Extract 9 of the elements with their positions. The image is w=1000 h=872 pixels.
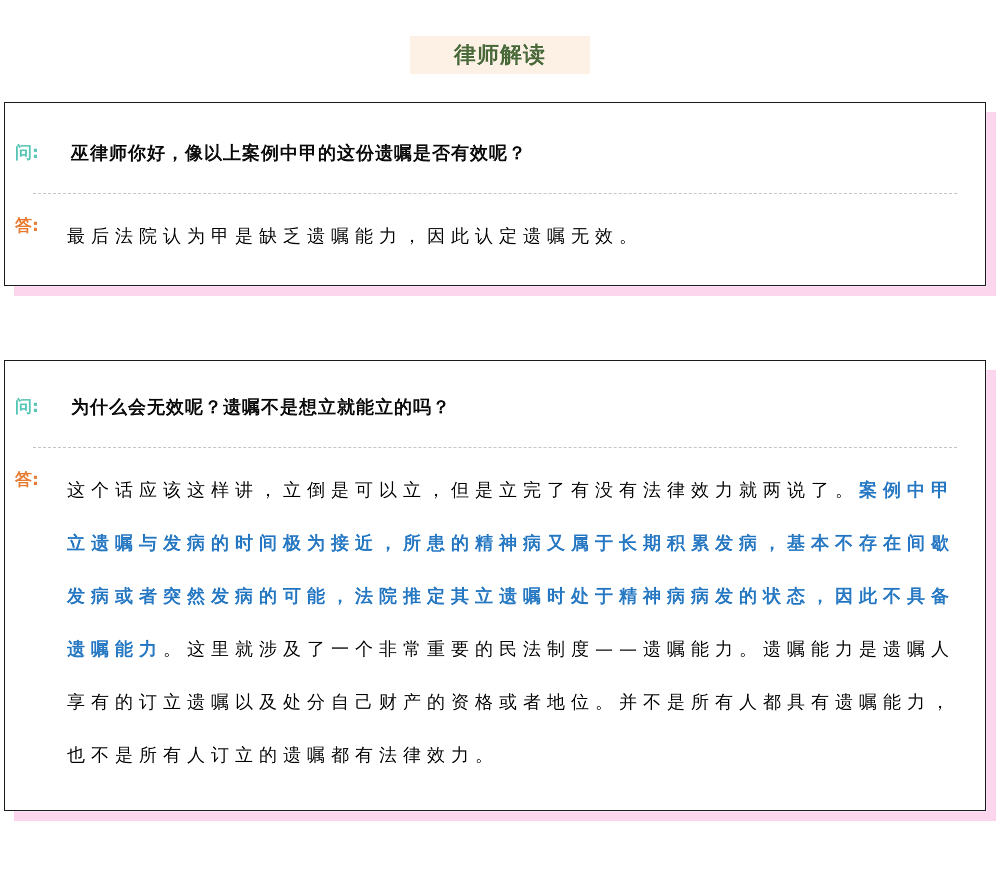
answer-text: 最后法院认为甲是缺乏遗嘱能力，因此认定遗嘱无效。: [67, 225, 644, 249]
answer-label: 答:: [15, 469, 40, 491]
answer-text: 这个话应该这样讲，立倒是可以立，但是立完了有没有法律效力就两说了。案例中甲立遗嘱与发病的时间极为接近，所患的精神病又属于长期积累发病，基本不存在间歇发病或者突然发病的可能，法院推定其立遗嘱时处于精神病病发的状态，因此不具备遗嘱能力。这里就涉及了一个非常重要的民法制度——遗嘱能力。遗嘱能力是遗嘱人享有的订立遗嘱以及处分自己财产的资格或者地位。并不是所有人都具有遗嘱能力，也不是所有人订立的遗嘱都有法律效力。: [67, 479, 956, 768]
section-heading: 律师解读: [410, 36, 590, 74]
answer-label: 答:: [15, 215, 40, 237]
question-text: 巫律师你好，像以上案例中甲的这份遗嘱是否有效呢？: [71, 142, 527, 165]
question-label: 问:: [15, 396, 40, 418]
question-label: 问:: [15, 142, 40, 164]
question-text: 为什么会无效呢？遗嘱不是想立就能立的吗？: [71, 396, 451, 419]
